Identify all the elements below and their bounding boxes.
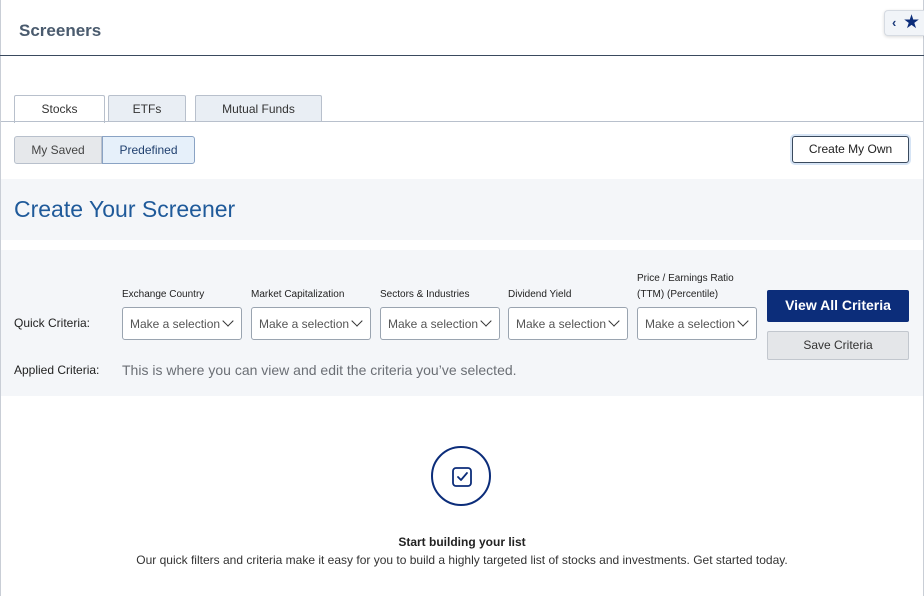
my-saved-button[interactable]: My Saved <box>14 136 102 164</box>
select-value: Make a selection <box>259 317 350 331</box>
select-value: Make a selection <box>516 317 607 331</box>
save-criteria-button[interactable]: Save Criteria <box>767 331 909 360</box>
sectors-industries-select[interactable]: Make a selection <box>380 307 500 340</box>
empty-state-title: Start building your list <box>398 535 526 549</box>
create-my-own-button[interactable]: Create My Own <box>792 136 909 163</box>
market-cap-label: Market Capitalization <box>251 289 345 300</box>
section-title: Create Your Screener <box>14 196 236 222</box>
predefined-button[interactable]: Predefined <box>102 136 195 164</box>
select-value: Make a selection <box>388 317 479 331</box>
applied-criteria-placeholder: This is where you can view and edit the … <box>122 362 517 378</box>
checkbox-icon <box>431 446 491 506</box>
chevron-down-icon <box>737 315 749 327</box>
pe-ratio-label: Price / Earnings Ratio (TTM) (Percentile… <box>637 273 734 300</box>
tab-etfs[interactable]: ETFs <box>108 95 186 122</box>
quick-criteria-label: Quick Criteria: <box>14 316 91 330</box>
select-value: Make a selection <box>130 317 221 331</box>
chevron-down-icon <box>608 315 620 327</box>
page-title: Screeners <box>19 21 102 40</box>
view-all-criteria-button[interactable]: View All Criteria <box>767 290 909 322</box>
chevron-down-icon <box>351 315 363 327</box>
exchange-country-label: Exchange Country <box>122 289 205 300</box>
star-icon: ★ <box>903 12 921 33</box>
applied-criteria-label: Applied Criteria: <box>14 363 100 377</box>
favorites-toggle[interactable]: ‹ ★ <box>884 10 924 36</box>
chevron-down-icon <box>480 315 492 327</box>
sectors-industries-label: Sectors & Industries <box>380 289 470 300</box>
chevron-left-icon: ‹ <box>892 15 897 30</box>
pe-ratio-select[interactable]: Make a selection <box>637 307 757 340</box>
tab-mutual-funds[interactable]: Mutual Funds <box>195 95 322 122</box>
dividend-yield-select[interactable]: Make a selection <box>508 307 628 340</box>
dividend-yield-label: Dividend Yield <box>508 289 572 300</box>
select-value: Make a selection <box>645 317 736 331</box>
page-header: Screeners <box>0 0 924 56</box>
market-cap-select[interactable]: Make a selection <box>251 307 371 340</box>
tab-divider <box>1 121 923 122</box>
empty-state-description: Our quick filters and criteria make it e… <box>136 553 788 567</box>
tab-stocks[interactable]: Stocks <box>14 95 105 123</box>
chevron-down-icon <box>222 315 234 327</box>
exchange-country-select[interactable]: Make a selection <box>122 307 242 340</box>
